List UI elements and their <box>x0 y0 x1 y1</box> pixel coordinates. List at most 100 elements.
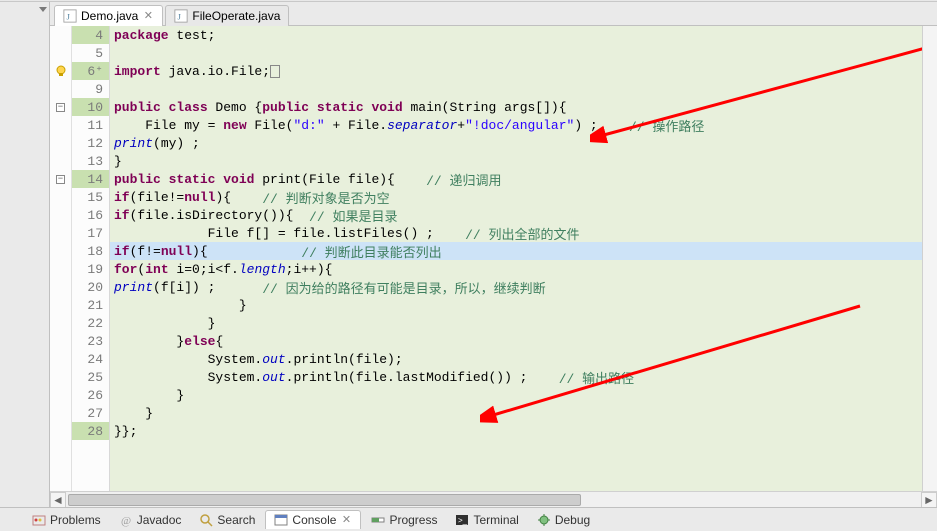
chevron-down-icon <box>39 7 47 12</box>
code-line[interactable]: for(int i=0;i<f.length;i++){ <box>110 260 922 278</box>
marker-cell <box>50 422 71 440</box>
terminal-icon: >_ <box>455 513 469 527</box>
view-tab-terminal[interactable]: >_ Terminal <box>447 511 526 529</box>
horizontal-scrollbar[interactable]: ◄ ► <box>50 491 937 507</box>
line-number: 27 <box>72 404 109 422</box>
view-tab-problems[interactable]: Problems <box>24 511 109 529</box>
marker-cell: − <box>50 98 71 116</box>
line-number: 13 <box>72 152 109 170</box>
marker-cell <box>50 296 71 314</box>
workspace: J Demo.java ✕ J FileOperate.java −− 456⁺… <box>0 2 937 507</box>
marker-cell <box>50 242 71 260</box>
code-line[interactable] <box>110 80 922 98</box>
code-line[interactable]: package test; <box>110 26 922 44</box>
code-line[interactable]: }else{ <box>110 332 922 350</box>
svg-text:J: J <box>178 12 182 22</box>
marker-cell <box>50 224 71 242</box>
overview-ruler[interactable] <box>922 26 937 491</box>
line-number: 26 <box>72 386 109 404</box>
line-number: 14 <box>72 170 109 188</box>
view-tab-console[interactable]: Console ✕ <box>265 510 361 529</box>
code-line[interactable]: if(f!=null){ // 判断此目录能否列出 <box>110 242 922 260</box>
tab-label: FileOperate.java <box>192 9 280 23</box>
view-tab-label: Terminal <box>473 513 518 527</box>
marker-cell <box>50 62 71 80</box>
editor-pane: J Demo.java ✕ J FileOperate.java −− 456⁺… <box>50 2 937 507</box>
line-number: 25 <box>72 368 109 386</box>
code-line[interactable]: File f[] = file.listFiles() ; // 列出全部的文件 <box>110 224 922 242</box>
code-line[interactable]: }}; <box>110 422 922 440</box>
view-tab-debug[interactable]: Debug <box>529 511 598 529</box>
view-tab-label: Console <box>292 513 336 527</box>
marker-cell <box>50 152 71 170</box>
marker-cell <box>50 260 71 278</box>
code-line[interactable]: } <box>110 314 922 332</box>
view-tab-search[interactable]: Search <box>191 511 263 529</box>
marker-cell <box>50 206 71 224</box>
line-number: 4 <box>72 26 109 44</box>
view-tab-label: Javadoc <box>137 513 182 527</box>
code-line[interactable]: if(file.isDirectory()){ // 如果是目录 <box>110 206 922 224</box>
fold-toggle-icon[interactable]: − <box>56 103 65 112</box>
scroll-right-button[interactable]: ► <box>921 492 937 508</box>
marker-cell <box>50 278 71 296</box>
line-number: 20 <box>72 278 109 296</box>
view-tab-label: Search <box>217 513 255 527</box>
scroll-left-button[interactable]: ◄ <box>50 492 66 508</box>
code-line[interactable]: } <box>110 404 922 422</box>
javadoc-icon: @ <box>119 513 133 527</box>
marker-cell <box>50 332 71 350</box>
code-line[interactable]: System.out.println(file.lastModified()) … <box>110 368 922 386</box>
code-line[interactable]: } <box>110 152 922 170</box>
line-number: 28 <box>72 422 109 440</box>
close-icon[interactable]: ✕ <box>340 514 352 526</box>
java-file-icon: J <box>63 9 77 23</box>
progress-icon <box>371 513 385 527</box>
marker-cell <box>50 134 71 152</box>
line-number: 12 <box>72 134 109 152</box>
view-tab-javadoc[interactable]: @ Javadoc <box>111 511 190 529</box>
code-line[interactable]: File my = new File("d:" + File.separator… <box>110 116 922 134</box>
left-trim-menu[interactable] <box>0 2 49 16</box>
marker-cell <box>50 350 71 368</box>
close-icon[interactable]: ✕ <box>142 10 154 22</box>
code-line[interactable]: System.out.println(file); <box>110 350 922 368</box>
scroll-thumb[interactable] <box>68 494 581 506</box>
line-number: 16 <box>72 206 109 224</box>
code-line[interactable]: print(my) ; <box>110 134 922 152</box>
marker-cell <box>50 404 71 422</box>
editor-tab-fileoperate[interactable]: J FileOperate.java <box>165 5 289 26</box>
code-line[interactable]: if(file!=null){ // 判断对象是否为空 <box>110 188 922 206</box>
code-line[interactable]: } <box>110 296 922 314</box>
marker-ruler: −− <box>50 26 72 491</box>
svg-text:>_: >_ <box>458 516 468 525</box>
view-tab-label: Problems <box>50 513 101 527</box>
code-area[interactable]: package test; import java.io.File; public… <box>110 26 922 491</box>
quickfix-bulb-icon[interactable] <box>55 65 67 77</box>
tab-label: Demo.java <box>81 9 138 23</box>
marker-cell <box>50 386 71 404</box>
editor-tab-demo[interactable]: J Demo.java ✕ <box>54 5 163 26</box>
line-number: 9 <box>72 80 109 98</box>
code-line[interactable]: } <box>110 386 922 404</box>
editor-tab-bar: J Demo.java ✕ J FileOperate.java <box>50 2 937 26</box>
view-tab-progress[interactable]: Progress <box>363 511 445 529</box>
marker-cell <box>50 314 71 332</box>
line-number: 21 <box>72 296 109 314</box>
marker-cell <box>50 80 71 98</box>
code-line[interactable]: public class Demo {public static void ma… <box>110 98 922 116</box>
marker-cell <box>50 116 71 134</box>
editor-body: −− 456⁺910111213141516171819202122232425… <box>50 26 937 491</box>
code-line[interactable]: public static void print(File file){ // … <box>110 170 922 188</box>
scroll-track[interactable] <box>66 492 921 508</box>
code-line[interactable]: import java.io.File; <box>110 62 922 80</box>
code-line[interactable] <box>110 44 922 62</box>
marker-cell <box>50 188 71 206</box>
view-tab-label: Progress <box>389 513 437 527</box>
fold-toggle-icon[interactable]: − <box>56 175 65 184</box>
marker-cell <box>50 368 71 386</box>
debug-icon <box>537 513 551 527</box>
line-number: 6⁺ <box>72 62 109 80</box>
code-line[interactable]: print(f[i]) ; // 因为给的路径有可能是目录，所以，继续判断 <box>110 278 922 296</box>
line-number: 23 <box>72 332 109 350</box>
